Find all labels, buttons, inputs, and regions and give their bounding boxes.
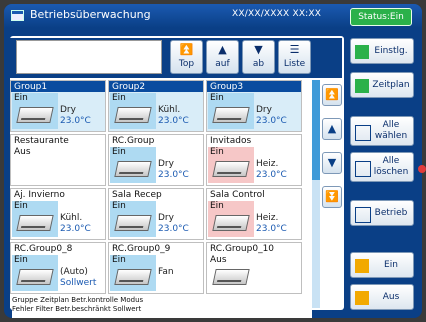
datetime-display: XX/XX/XXXX XX:XX: [232, 9, 322, 19]
group-tile-3[interactable]: Group3 Ein Dry 23.0°C: [206, 80, 302, 132]
settings-button[interactable]: Einstlg.: [350, 38, 414, 64]
group-name: Group3: [210, 82, 244, 92]
group-tile-5[interactable]: RC.Group Ein Dry 23.0°C: [108, 134, 204, 186]
operation-button[interactable]: Betrieb: [350, 200, 414, 226]
legend-row: Gruppe Zeitplan Betr.kontrolle Modus: [12, 296, 144, 304]
calendar-icon: [355, 79, 369, 93]
on-button[interactable]: Ein: [350, 252, 414, 278]
group-name: Sala Recep: [112, 190, 162, 200]
ac-unit-icon: [212, 161, 250, 177]
ac-unit-icon: [16, 269, 54, 285]
group-name: RC.Group0_9: [112, 244, 171, 254]
down-arrow-icon: ▼: [327, 156, 337, 169]
group-name: Aj. Invierno: [14, 190, 65, 200]
group-name: Invitados: [210, 136, 252, 146]
off-button[interactable]: Aus: [350, 284, 414, 310]
ac-unit-icon: [114, 215, 152, 231]
group-tile-12[interactable]: RC.Group0_10 Aus: [206, 242, 302, 294]
select-all-button[interactable]: Alle wählen: [350, 116, 414, 146]
off-icon: [355, 291, 369, 305]
list-view-button[interactable]: ☰ Liste: [278, 40, 311, 74]
toolbar: ⏫ Top ▲ auf ▼ ab ☰ Liste: [10, 38, 342, 78]
select-all-icon: [355, 125, 371, 141]
pointer-marker: [418, 165, 426, 173]
list-icon: ☰: [289, 43, 300, 56]
on-icon: [355, 259, 369, 273]
group-tile-4[interactable]: Restaurante Aus: [10, 134, 106, 186]
group-name: RC.Group0_10: [210, 244, 275, 254]
ac-unit-icon: [212, 107, 250, 123]
scroll-down-button[interactable]: ▼: [322, 152, 342, 174]
scroll-thumb[interactable]: [312, 80, 320, 180]
double-up-arrow-icon: ⏫: [179, 43, 194, 56]
clear-all-button[interactable]: Alle löschen: [350, 152, 414, 182]
up-arrow-icon: ▲: [218, 43, 227, 56]
group-search-field[interactable]: [16, 40, 162, 74]
up-arrow-icon: ▲: [327, 122, 337, 135]
ac-unit-icon: [212, 215, 250, 231]
schedule-button[interactable]: Zeitplan: [350, 72, 414, 98]
group-tile-9[interactable]: Sala Control Ein Heiz. 23.0°C: [206, 188, 302, 240]
double-up-arrow-icon: ⏫: [325, 88, 339, 101]
double-down-arrow-icon: ⏬: [325, 190, 339, 203]
deselect-all-icon: [355, 161, 371, 177]
group-tile-2[interactable]: Group2 Ein Kühl. 23.0°C: [108, 80, 204, 132]
group-name: RC.Group0_8: [14, 244, 73, 254]
ac-unit-icon: [114, 107, 152, 123]
window-icon: [11, 10, 24, 21]
group-tile-7[interactable]: Aj. Invierno Ein Kühl. 23.0°C: [10, 188, 106, 240]
window-title: Betriebsüberwachung: [30, 8, 151, 21]
group-name: RC.Group: [112, 136, 155, 146]
page-up-button[interactable]: ▲ auf: [206, 40, 239, 74]
grid-scrollbar[interactable]: [312, 80, 320, 308]
group-tile-6[interactable]: Invitados Ein Heiz. 23.0°C: [206, 134, 302, 186]
group-name: Group1: [14, 82, 48, 92]
settings-icon: [355, 45, 369, 59]
legend-row: Fehler Filter Betr.beschränkt Sollwert: [12, 305, 142, 313]
group-name: Sala Control: [210, 190, 265, 200]
status-button[interactable]: Status:Ein: [350, 8, 412, 26]
ac-unit-icon: [16, 215, 54, 231]
main-window: Betriebsüberwachung XX/XX/XXXX XX:XX Sta…: [4, 4, 422, 318]
top-button[interactable]: ⏫ Top: [170, 40, 203, 74]
group-tile-11[interactable]: RC.Group0_9 Ein Fan: [108, 242, 204, 294]
page-down-button[interactable]: ▼ ab: [242, 40, 275, 74]
ac-unit-icon: [212, 269, 250, 285]
ac-unit-icon: [16, 107, 54, 123]
scroll-bottom-button[interactable]: ⏬: [322, 186, 342, 208]
group-name: Group2: [112, 82, 146, 92]
group-name: Restaurante: [14, 136, 69, 146]
operation-icon: [355, 207, 371, 223]
ac-unit-icon: [114, 269, 152, 285]
scroll-top-button[interactable]: ⏫: [322, 84, 342, 106]
title-bar: Betriebsüberwachung XX/XX/XXXX XX:XX Sta…: [4, 4, 422, 28]
ac-unit-icon: [114, 161, 152, 177]
down-arrow-icon: ▼: [254, 43, 263, 56]
group-tile-10[interactable]: RC.Group0_8 Ein (Auto) Sollwert: [10, 242, 106, 294]
group-tile-8[interactable]: Sala Recep Ein Dry 23.0°C: [108, 188, 204, 240]
status-legend: Gruppe Zeitplan Betr.kontrolle Modus Feh…: [12, 296, 312, 318]
group-grid: Group1 Ein Dry 23.0°C Group2 Ein Kühl. 2…: [10, 80, 312, 308]
scroll-up-button[interactable]: ▲: [322, 118, 342, 140]
group-tile-1[interactable]: Group1 Ein Dry 23.0°C: [10, 80, 106, 132]
